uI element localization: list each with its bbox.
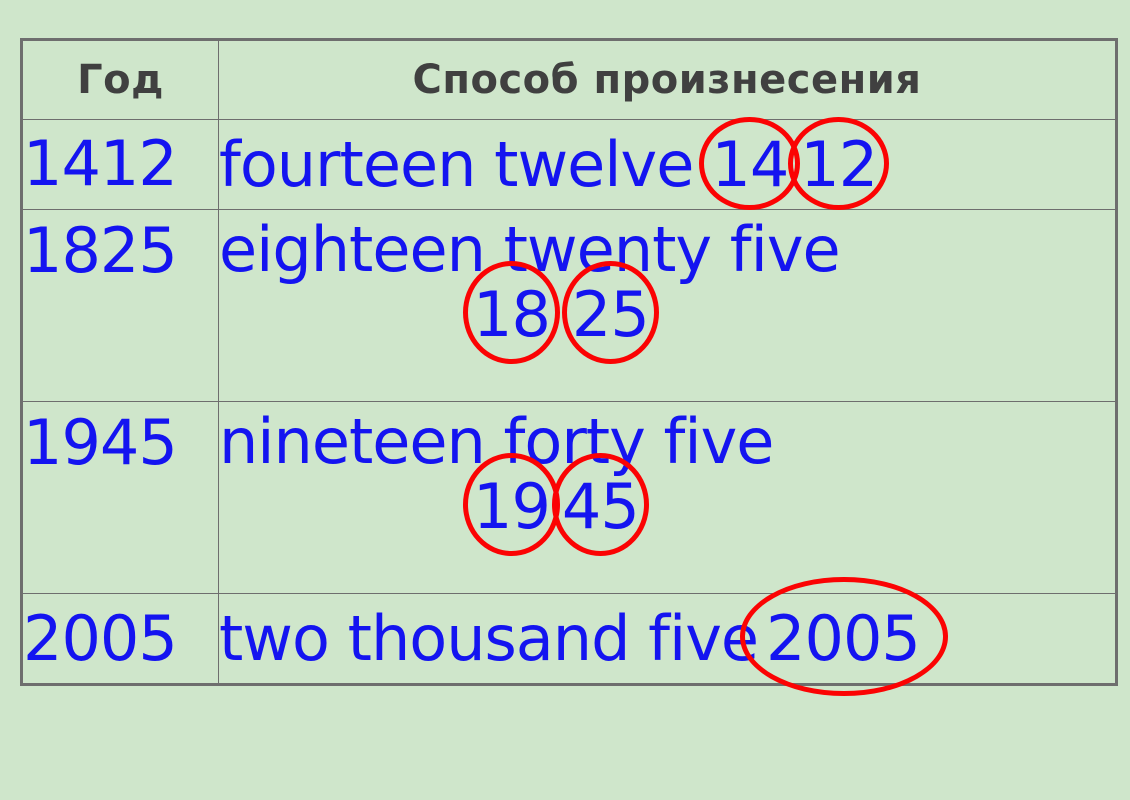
pronunciation-table: Год Способ произнесения 1412 fourteen tw…	[22, 40, 1116, 697]
pronunciation-line: nineteen forty five	[219, 410, 1115, 473]
column-header-pronunciation: Способ произнесения	[218, 40, 1116, 120]
pronunciation-table-container: Год Способ произнесения 1412 fourteen tw…	[20, 38, 1118, 697]
circled-number: 19	[473, 470, 551, 544]
circled-number: 45	[561, 470, 640, 544]
pronunciation-words: eighteen twenty five	[219, 212, 841, 286]
pronunciation-words: nineteen forty five	[219, 404, 774, 478]
table-row: 1825 eighteen twenty five 18 25	[22, 208, 1116, 402]
pronunciation-line: two thousand five 2005	[219, 576, 1115, 697]
pronunciation-annotation-line: 19 45	[219, 453, 1115, 557]
year-cell: 1945	[22, 400, 219, 595]
circled-annotation: 19	[463, 453, 560, 557]
circled-annotation: 45	[551, 453, 649, 557]
pronunciation-cell: nineteen forty five 19 45	[218, 400, 1116, 595]
table-row: 1412 fourteen twelve 14 12	[22, 116, 1116, 211]
pronunciation-words: fourteen twelve	[219, 127, 694, 201]
table-header-row: Год Способ произнесения	[22, 40, 1116, 120]
circled-number: 2005	[766, 601, 921, 675]
circled-number: 25	[571, 278, 650, 352]
column-header-year: Год	[22, 40, 219, 120]
pronunciation-line: fourteen twelve 14 12	[219, 116, 1115, 211]
pronunciation-cell: eighteen twenty five 18 25	[218, 208, 1116, 402]
pronunciation-line: eighteen twenty five	[219, 218, 1115, 281]
pronunciation-words: two thousand five	[219, 601, 759, 675]
circled-number: 14	[711, 127, 789, 201]
year-cell: 2005	[22, 593, 219, 684]
table-row: 2005 two thousand five 2005	[22, 576, 1116, 697]
circled-number: 18	[473, 278, 551, 352]
pronunciation-annotation-line: 18 25	[219, 261, 1115, 365]
circled-annotation: 2005	[740, 576, 948, 697]
circled-annotation: 18	[463, 261, 560, 365]
year-cell: 1825	[22, 208, 219, 402]
circled-annotation: 14	[699, 116, 801, 211]
pronunciation-cell: two thousand five 2005	[218, 576, 1116, 697]
table-row: 1945 nineteen forty five 19 45	[22, 400, 1116, 595]
year-cell: 1412	[22, 119, 219, 210]
circled-number: 12	[800, 127, 878, 201]
pronunciation-cell: fourteen twelve 14 12	[218, 116, 1116, 211]
circled-annotation: 25	[561, 261, 659, 365]
circled-annotation: 12	[788, 116, 890, 211]
